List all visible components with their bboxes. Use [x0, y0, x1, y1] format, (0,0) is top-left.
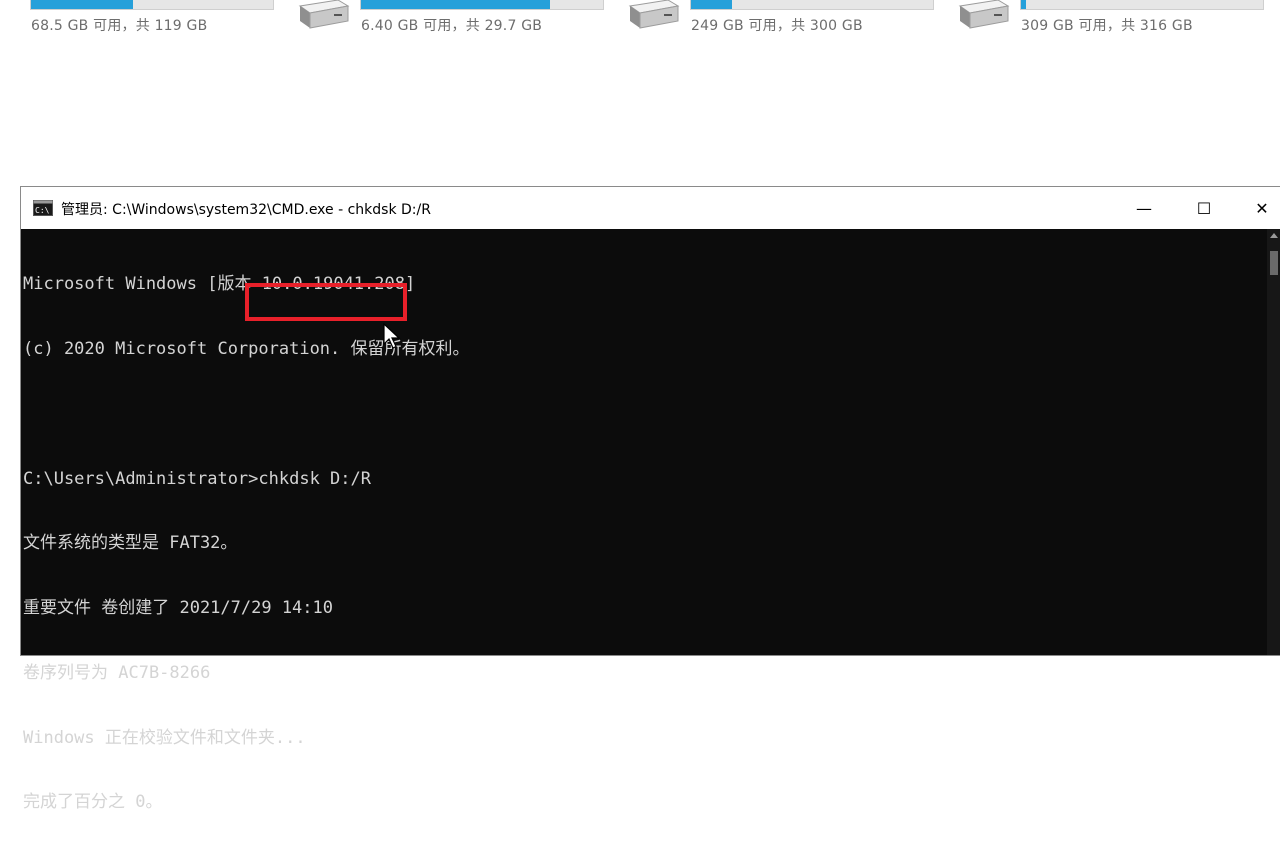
drive-item[interactable]: 68.5 GB 可用，共 119 GB	[0, 0, 280, 40]
console-line: 卷序列号为 AC7B-8266	[23, 662, 211, 683]
drive-usage-bar	[690, 0, 934, 10]
maximize-button[interactable]: ☐	[1181, 187, 1227, 229]
scroll-up-arrow-icon[interactable]	[1270, 233, 1278, 238]
cmd-window: C:\ 管理员: C:\Windows\system32\CMD.exe - c…	[20, 186, 1280, 812]
drive-usage-bar	[30, 0, 274, 10]
drive-free-text: 249 GB 可用，共 300 GB	[691, 18, 863, 34]
usage-fill	[361, 0, 550, 9]
minimize-button[interactable]: —	[1121, 187, 1167, 229]
console-command-line: C:\Users\Administrator>chkdsk D:/R	[23, 468, 371, 489]
command-highlight-box	[245, 283, 407, 321]
console-line: 完成了百分之 0。	[23, 792, 163, 813]
drive-free-text: 6.40 GB 可用，共 29.7 GB	[361, 18, 543, 34]
close-button[interactable]: ✕	[1239, 187, 1280, 229]
hard-drive-icon	[628, 0, 680, 29]
svg-text:C:\: C:\	[35, 206, 50, 215]
usage-fill	[691, 0, 733, 9]
drive-usage-bar	[1020, 0, 1264, 10]
console-line: 文件系统的类型是 FAT32。	[23, 533, 238, 554]
hard-drive-icon	[958, 0, 1010, 29]
hard-drive-icon	[298, 0, 350, 29]
drive-item[interactable]: 309 GB 可用，共 316 GB	[954, 0, 1274, 40]
drive-usage-bar	[360, 0, 604, 10]
console-output[interactable]: Microsoft Windows [版本 10.0.19041.208] (c…	[21, 229, 1267, 812]
drive-free-text: 68.5 GB 可用，共 119 GB	[31, 18, 208, 34]
console-line: Windows 正在校验文件和文件夹...	[23, 727, 306, 748]
drive-item[interactable]: 249 GB 可用，共 300 GB	[624, 0, 944, 40]
console-line: (c) 2020 Microsoft Corporation. 保留所有权利。	[23, 338, 470, 359]
mouse-pointer-icon	[383, 323, 401, 349]
window-title: 管理员: C:\Windows\system32\CMD.exe - chkds…	[61, 202, 431, 218]
drives-panel: 68.5 GB 可用，共 119 GB 6.40 GB 可用，共 29.7 GB…	[0, 0, 1280, 188]
console-line: Microsoft Windows [版本 10.0.19041.208]	[23, 274, 416, 295]
console-line: 重要文件 卷创建了 2021/7/29 14:10	[23, 598, 333, 619]
vertical-scrollbar[interactable]	[1267, 229, 1280, 655]
scroll-thumb[interactable]	[1270, 251, 1278, 275]
cmd-app-icon: C:\	[33, 200, 53, 216]
drive-free-text: 309 GB 可用，共 316 GB	[1021, 18, 1193, 34]
usage-fill	[1021, 0, 1026, 9]
usage-fill	[31, 0, 133, 9]
title-bar[interactable]: C:\ 管理员: C:\Windows\system32\CMD.exe - c…	[21, 187, 1280, 229]
drive-item[interactable]: 6.40 GB 可用，共 29.7 GB	[294, 0, 614, 40]
